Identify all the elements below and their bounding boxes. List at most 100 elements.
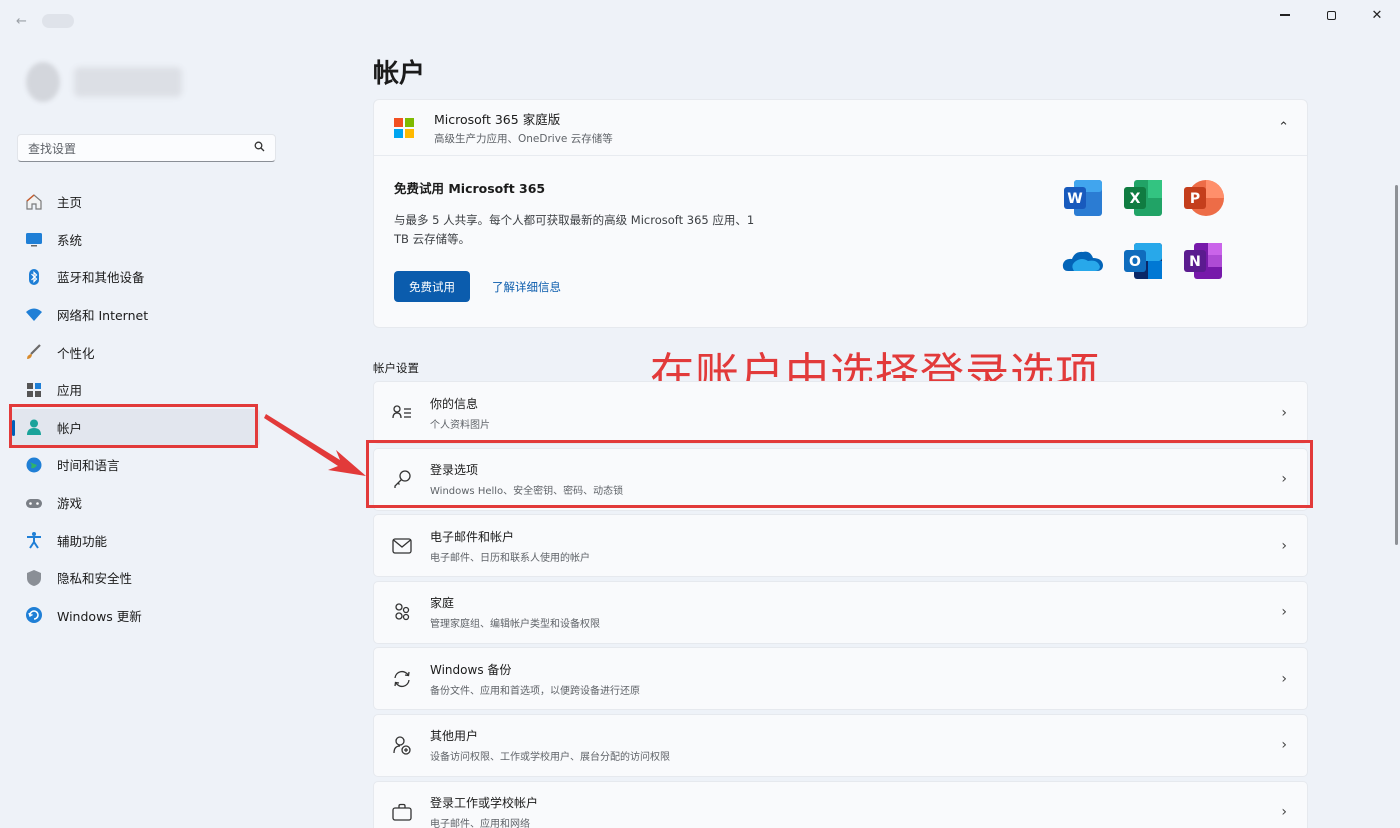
restore-button[interactable] <box>1308 0 1354 30</box>
brush-icon <box>24 342 44 362</box>
close-button[interactable]: ✕ <box>1354 0 1400 30</box>
onedrive-icon <box>1062 241 1104 281</box>
sidebar-item-privacy[interactable]: 隐私和安全性 <box>10 559 260 597</box>
update-icon <box>24 605 44 625</box>
sidebar-item-accessibility[interactable]: 辅助功能 <box>10 521 260 559</box>
sidebar-item-label: 游戏 <box>57 496 83 512</box>
onenote-icon: N <box>1182 241 1224 281</box>
shield-icon <box>24 568 44 588</box>
sidebar-item-label: 时间和语言 <box>57 458 120 474</box>
chevron-right-icon: › <box>1281 737 1287 754</box>
powerpoint-icon: P <box>1182 178 1224 218</box>
svg-text:W: W <box>1067 191 1082 207</box>
svg-text:O: O <box>1129 254 1141 270</box>
section-label-account-settings: 帐户设置 <box>373 361 419 375</box>
family-icon <box>392 602 412 622</box>
sidebar-item-apps[interactable]: 应用 <box>10 371 260 409</box>
add-user-icon <box>392 735 412 756</box>
row-subtitle: 备份文件、应用和首选项，以便跨设备进行还原 <box>430 685 640 697</box>
row-email-accounts[interactable]: 电子邮件和帐户 电子邮件、日历和联系人使用的帐户 › <box>373 514 1308 578</box>
globe-icon <box>24 455 44 475</box>
svg-text:N: N <box>1189 254 1201 270</box>
chevron-right-icon: › <box>1281 670 1287 687</box>
row-subtitle: 电子邮件、日历和联系人使用的帐户 <box>430 552 590 564</box>
sidebar-item-home[interactable]: 主页 <box>10 183 260 221</box>
close-icon: ✕ <box>1371 7 1383 23</box>
promo-description: 与最多 5 人共享。每个人都可获取最新的高级 Microsoft 365 应用、… <box>394 213 755 246</box>
highlight-box-accounts <box>9 404 258 448</box>
m365-card-header[interactable]: Microsoft 365 家庭版 高级生产力应用、OneDrive 云存储等 … <box>374 100 1307 156</box>
sidebar-item-network[interactable]: 网络和 Internet <box>10 296 260 334</box>
sidebar-item-time-language[interactable]: 时间和语言 <box>10 446 260 484</box>
m365-card: Microsoft 365 家庭版 高级生产力应用、OneDrive 云存储等 … <box>373 99 1308 328</box>
sidebar-item-label: 辅助功能 <box>57 533 108 549</box>
row-title: Windows 备份 <box>430 662 512 677</box>
search-icon[interactable] <box>254 141 265 155</box>
row-title: 你的信息 <box>430 396 479 411</box>
profile-name-blurred <box>74 67 182 97</box>
sidebar-item-label: 系统 <box>57 232 83 248</box>
m365-subtitle: 高级生产力应用、OneDrive 云存储等 <box>434 133 613 145</box>
m365-card-body: 免费试用 Microsoft 365 与最多 5 人共享。每个人都可获取最新的高… <box>374 156 1307 324</box>
wifi-icon <box>24 305 44 325</box>
outlook-icon: O <box>1122 241 1164 281</box>
row-title: 家庭 <box>430 596 455 611</box>
chevron-up-icon[interactable]: ⌃ <box>1278 120 1289 135</box>
chevron-right-icon: › <box>1281 404 1287 421</box>
sidebar-item-windows-update[interactable]: Windows 更新 <box>10 597 260 635</box>
mail-icon <box>392 536 412 556</box>
apps-icon <box>24 380 44 400</box>
annotation-arrow <box>264 414 366 476</box>
user-profile[interactable] <box>26 62 182 102</box>
system-icon <box>24 229 44 249</box>
avatar <box>26 62 60 102</box>
sidebar-item-bluetooth[interactable]: 蓝牙和其他设备 <box>10 258 260 296</box>
briefcase-icon <box>392 802 412 822</box>
chevron-right-icon: › <box>1281 604 1287 621</box>
sidebar-item-label: 网络和 Internet <box>57 308 149 324</box>
sidebar-item-label: 主页 <box>57 195 83 211</box>
chevron-right-icon: › <box>1281 804 1287 821</box>
sidebar-item-label: 蓝牙和其他设备 <box>57 270 145 286</box>
sidebar-item-label: 个性化 <box>57 345 95 361</box>
m365-title: Microsoft 365 家庭版 <box>434 112 561 127</box>
highlight-box-sign-in-options <box>366 440 1313 508</box>
excel-icon: X <box>1122 178 1164 218</box>
sidebar-item-personalization[interactable]: 个性化 <box>10 333 260 371</box>
row-subtitle: 管理家庭组、编辑帐户类型和设备权限 <box>430 619 600 631</box>
sidebar-item-system[interactable]: 系统 <box>10 221 260 259</box>
search-input[interactable]: 查找设置 <box>28 140 254 157</box>
window-controls: ✕ <box>1262 0 1400 30</box>
row-your-info[interactable]: 你的信息 个人资料图片 › <box>373 381 1308 444</box>
chevron-right-icon: › <box>1281 537 1287 554</box>
svg-text:X: X <box>1130 191 1141 207</box>
free-trial-button[interactable]: 免费试用 <box>394 271 470 302</box>
scrollbar[interactable] <box>1395 185 1398 545</box>
row-family[interactable]: 家庭 管理家庭组、编辑帐户类型和设备权限 › <box>373 580 1308 644</box>
row-windows-backup[interactable]: Windows 备份 备份文件、应用和首选项，以便跨设备进行还原 › <box>373 647 1308 711</box>
row-title: 其他用户 <box>430 729 479 744</box>
sync-icon <box>392 669 412 689</box>
minimize-icon <box>1280 14 1290 16</box>
row-title: 电子邮件和帐户 <box>430 529 515 544</box>
home-icon <box>24 192 44 212</box>
learn-more-link[interactable]: 了解详细信息 <box>492 279 561 295</box>
row-title: 登录工作或学校帐户 <box>430 796 539 811</box>
bluetooth-icon <box>24 267 44 287</box>
gamepad-icon <box>24 493 44 513</box>
sidebar-item-label: 隐私和安全性 <box>57 571 133 587</box>
page-title: 帐户 <box>373 59 426 89</box>
search-box[interactable]: 查找设置 <box>17 134 276 162</box>
person-info-icon <box>392 403 412 423</box>
row-work-school-account[interactable]: 登录工作或学校帐户 电子邮件、应用和网络 › <box>373 780 1308 828</box>
minimize-button[interactable] <box>1262 0 1308 30</box>
row-other-users[interactable]: 其他用户 设备访问权限、工作或学校用户、展台分配的访问权限 › <box>373 713 1308 777</box>
row-subtitle: 电子邮件、应用和网络 <box>430 819 530 828</box>
sidebar-item-label: 应用 <box>57 383 83 399</box>
sidebar-item-label: Windows 更新 <box>57 608 142 624</box>
microsoft-logo-icon <box>394 117 414 138</box>
row-subtitle: 设备访问权限、工作或学校用户、展台分配的访问权限 <box>430 752 670 764</box>
sidebar-item-gaming[interactable]: 游戏 <box>10 484 260 522</box>
row-subtitle: 个人资料图片 <box>430 419 490 431</box>
svg-text:P: P <box>1190 191 1200 207</box>
